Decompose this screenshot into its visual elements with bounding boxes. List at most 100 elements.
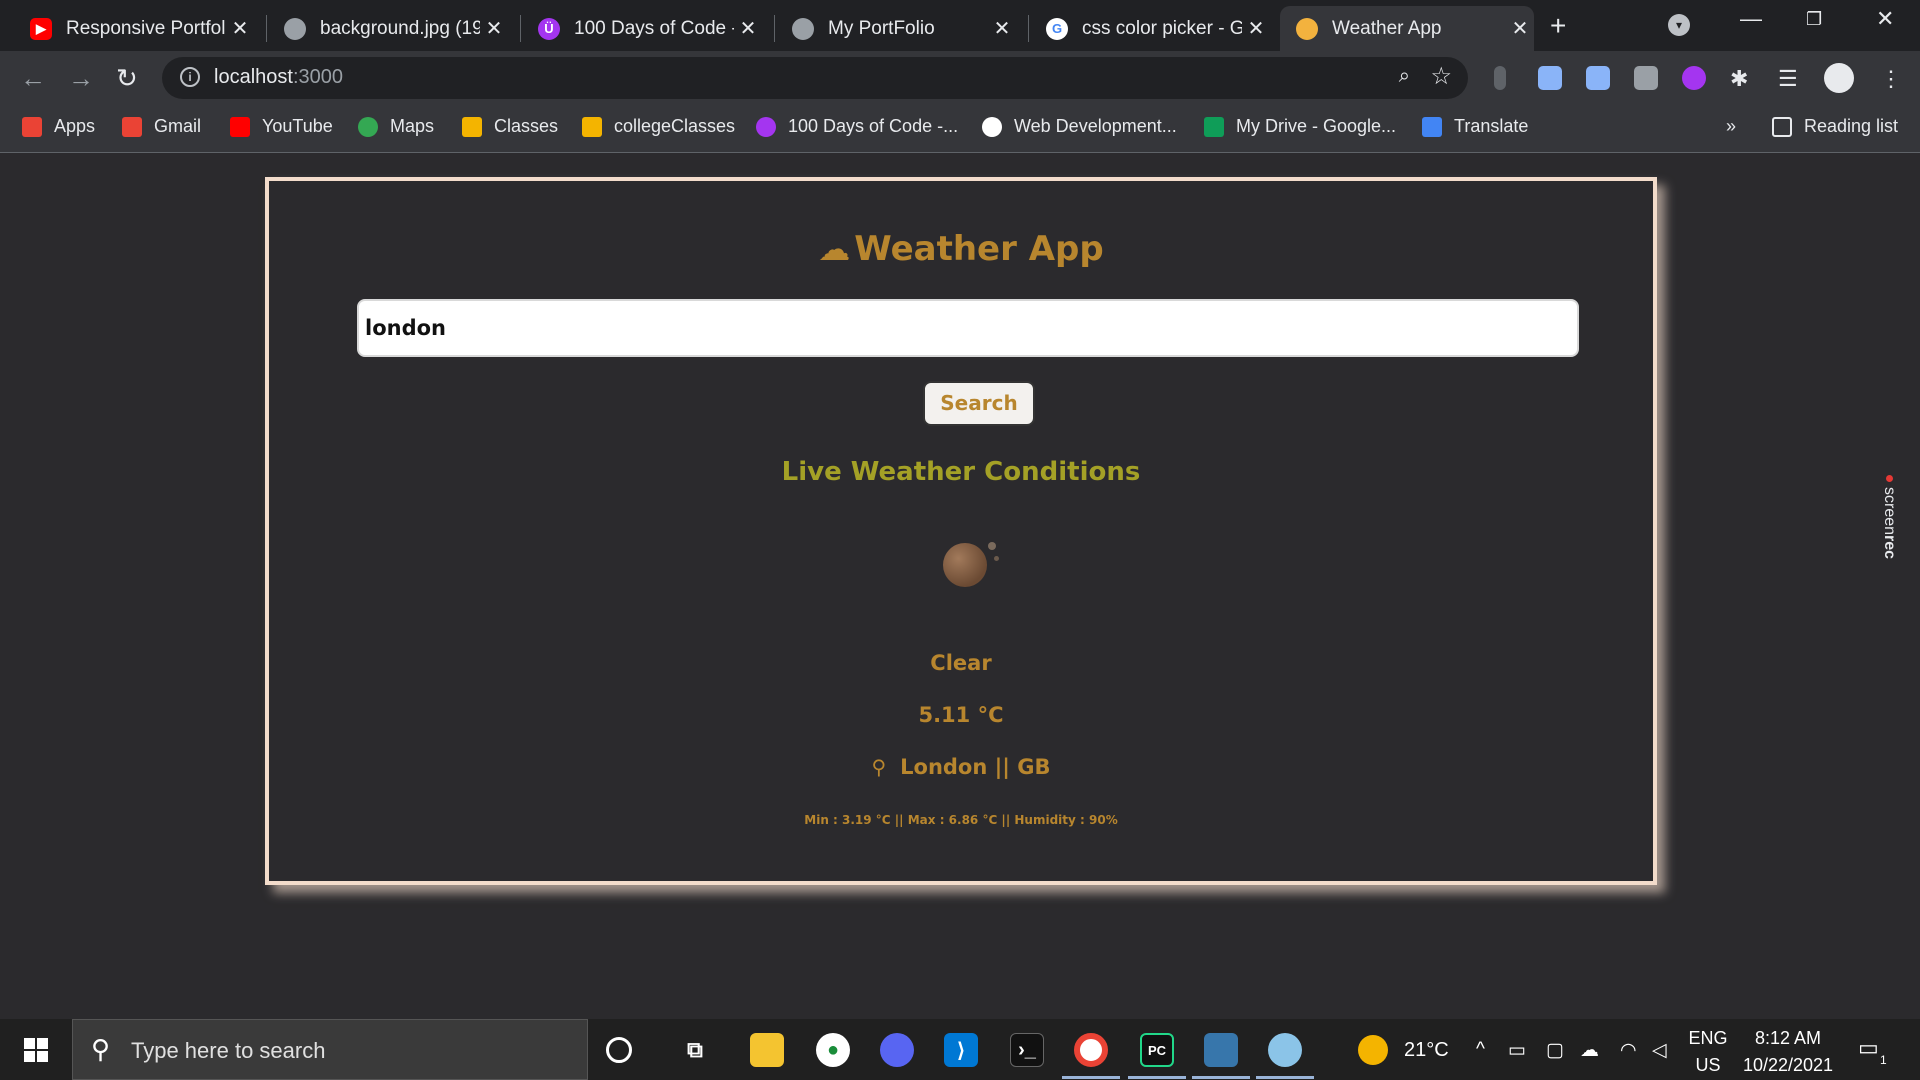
bookmark-100-days[interactable]: 100 Days of Code -... — [756, 116, 958, 137]
chrome-icon[interactable] — [1074, 1033, 1108, 1067]
battery-icon[interactable]: ▭ — [1508, 1039, 1526, 1062]
pycharm-icon[interactable]: PC — [1140, 1033, 1174, 1067]
tab-title: 100 Days of Code - — [574, 17, 734, 39]
extension-icon[interactable] — [1634, 66, 1658, 90]
bookmark-translate[interactable]: Translate — [1422, 116, 1528, 137]
bookmark-web-development[interactable]: Web Development... — [982, 116, 1177, 137]
tab-strip: ▶ Responsive Portfolio ✕ background.jpg … — [0, 0, 1920, 51]
reload-icon[interactable]: ↻ — [116, 63, 138, 94]
city-search-input[interactable] — [357, 299, 1579, 357]
taskbar-search[interactable]: ⚲ Type here to search — [72, 1019, 588, 1080]
cloud-rain-icon: ☁ — [818, 230, 851, 268]
extension-icon[interactable] — [1494, 66, 1506, 90]
close-icon[interactable]: ✕ — [480, 16, 508, 41]
onedrive-icon[interactable]: ☁ — [1580, 1039, 1599, 1062]
tab-my-portfolio[interactable]: My PortFolio ✕ — [776, 6, 1016, 51]
tab-divider — [266, 15, 267, 42]
menu-icon[interactable]: ⋮ — [1880, 66, 1904, 91]
avatar[interactable] — [1824, 63, 1854, 93]
task-view-icon[interactable]: ⧉ — [678, 1033, 712, 1067]
close-icon[interactable]: ✕ — [226, 16, 254, 41]
active-app-indicator — [1062, 1076, 1120, 1079]
tray-chevron-icon[interactable]: ^ — [1476, 1039, 1485, 1061]
reading-list-icon — [1772, 116, 1792, 137]
reading-list-button[interactable]: Reading list — [1772, 116, 1898, 137]
wifi-icon[interactable]: ◠ — [1620, 1039, 1637, 1062]
download-extension-icon[interactable] — [1586, 66, 1610, 90]
tab-title: css color picker - G — [1082, 17, 1242, 39]
tab-100-days-of-code[interactable]: Ü 100 Days of Code - ✕ — [522, 6, 762, 51]
url-text[interactable]: localhost:3000 — [214, 66, 343, 89]
maps-icon — [358, 116, 378, 137]
bookmark-youtube[interactable]: YouTube — [230, 116, 333, 137]
close-icon[interactable]: ✕ — [1506, 16, 1534, 41]
volume-icon[interactable]: ◁ — [1652, 1039, 1667, 1062]
tab-background-jpg[interactable]: background.jpg (19 ✕ — [268, 6, 508, 51]
youtube-icon — [230, 116, 250, 137]
bookmark-classes[interactable]: Classes — [462, 116, 558, 137]
close-icon[interactable]: ✕ — [988, 16, 1016, 41]
language-indicator[interactable]: ENG US — [1686, 1025, 1730, 1079]
search-icon: ⚲ — [91, 1034, 111, 1064]
close-window-icon[interactable]: ✕ — [1876, 6, 1894, 32]
terminal-icon[interactable]: ›_ — [1010, 1033, 1044, 1067]
bookmark-star-icon[interactable]: ☆ — [1430, 62, 1452, 91]
puzzle-icon[interactable]: ✱ — [1730, 66, 1754, 91]
close-icon[interactable]: ✕ — [1242, 16, 1270, 41]
python-icon[interactable] — [1204, 1033, 1238, 1067]
restore-icon[interactable]: ❐ — [1806, 9, 1822, 30]
tab-responsive-portfolio[interactable]: ▶ Responsive Portfolio ✕ — [14, 6, 254, 51]
bookmark-label: Translate — [1454, 116, 1529, 136]
clock-time: 8:12 AM — [1754, 1028, 1822, 1048]
vscode-icon[interactable]: ⟩ — [944, 1033, 978, 1067]
bookmark-collegeclasses[interactable]: collegeClasses — [582, 116, 735, 137]
bookmark-apps[interactable]: Apps — [22, 116, 95, 137]
file-explorer-icon[interactable] — [750, 1033, 784, 1067]
clock[interactable]: 8:12 AM 10/22/2021 — [1738, 1025, 1838, 1079]
search-button[interactable]: Search — [923, 381, 1035, 426]
new-tab-button[interactable]: + — [1550, 10, 1566, 42]
zoom-icon[interactable]: ⌕ — [1399, 65, 1410, 88]
back-icon[interactable]: ← — [20, 63, 46, 94]
discord-icon[interactable] — [880, 1033, 914, 1067]
extension-icon[interactable] — [1682, 66, 1706, 90]
language-label: ENG — [1688, 1028, 1728, 1048]
weather-details: Min : 3.19 °C || Max : 6.86 °C || Humidi… — [804, 813, 1118, 827]
info-icon[interactable]: i — [180, 67, 200, 87]
weather-condition: Clear — [930, 651, 992, 675]
bookmark-my-drive[interactable]: My Drive - Google... — [1204, 116, 1396, 137]
drive-icon — [1204, 116, 1224, 137]
app-title-text: Weather App — [854, 229, 1104, 269]
tab-search-icon[interactable]: ▾ — [1668, 14, 1690, 36]
windows-start-icon[interactable] — [24, 1038, 48, 1062]
tab-divider — [774, 15, 775, 42]
paint-icon[interactable] — [1268, 1033, 1302, 1067]
forward-icon[interactable]: → — [68, 63, 94, 94]
more-bookmarks-button[interactable]: » — [1726, 116, 1736, 137]
bookmark-label: Web Development... — [1014, 116, 1177, 136]
bookmark-maps[interactable]: Maps — [358, 116, 434, 137]
bookmark-label: 100 Days of Code -... — [788, 116, 959, 136]
address-bar[interactable]: i localhost:3000 ⌕ ☆ — [162, 57, 1468, 99]
tab-divider — [520, 15, 521, 42]
bookmark-gmail[interactable]: Gmail — [122, 116, 201, 137]
more-bookmarks-label: » — [1726, 116, 1737, 136]
minimize-icon[interactable]: — — [1740, 6, 1762, 32]
media-icon[interactable]: ☰ — [1778, 66, 1802, 91]
screenshot-extension-icon[interactable] — [1538, 66, 1562, 90]
udemy-icon — [982, 116, 1002, 137]
udemy-icon — [756, 116, 776, 137]
mongodb-compass-icon[interactable]: ● — [816, 1033, 850, 1067]
close-icon[interactable]: ✕ — [734, 16, 762, 41]
classroom-icon — [582, 116, 602, 137]
url-port: :3000 — [292, 66, 343, 88]
tab-weather-app[interactable]: Weather App ✕ — [1280, 6, 1534, 51]
notifications-icon[interactable]: ▭ — [1858, 1035, 1879, 1061]
browser-toolbar: ← → ↻ i localhost:3000 ⌕ ☆ ✱ ☰ ⋮ — [0, 51, 1920, 105]
meet-icon[interactable]: ▢ — [1546, 1039, 1564, 1062]
weather-sun-icon[interactable] — [1358, 1035, 1388, 1065]
cortana-icon[interactable] — [606, 1037, 632, 1063]
taskbar-weather-temp[interactable]: 21°C — [1404, 1039, 1449, 1062]
tab-css-color-picker[interactable]: G css color picker - G ✕ — [1030, 6, 1270, 51]
browser-chrome: ▶ Responsive Portfolio ✕ background.jpg … — [0, 0, 1920, 153]
